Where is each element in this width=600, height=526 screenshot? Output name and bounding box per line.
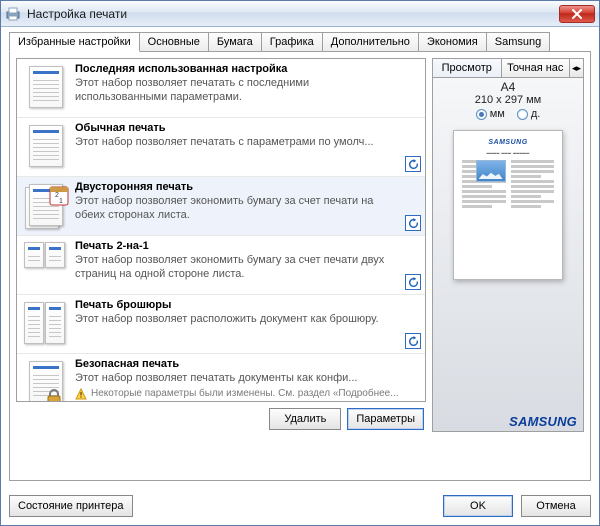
units-mm-radio[interactable]: мм (476, 108, 505, 120)
preset-description: Этот набор позволяет печатать с параметр… (75, 136, 403, 150)
preset-thumb-icon: 21 (23, 181, 67, 229)
page-preview: SAMSUNG ━━━━ ━━━ ━━━━━ (453, 130, 563, 280)
samsung-logo: SAMSUNG (433, 410, 583, 431)
radio-dot-icon (517, 109, 528, 120)
preset-description: Этот набор позволяет экономить бумагу за… (75, 254, 403, 282)
preset-item[interactable]: 21 Двусторонняя печать Этот набор позволяе… (17, 177, 425, 236)
close-button[interactable] (559, 5, 595, 23)
preset-thumb-icon (23, 122, 67, 170)
preview-brand: SAMSUNG (462, 139, 554, 146)
preview-column: Просмотр Точная нас ◂▸ A4 210 x 297 мм м… (432, 58, 584, 432)
tabstrip: Избранные настройкиОсновныеБумагаГрафика… (1, 27, 599, 51)
presets-list[interactable]: Последняя использованная настройка Этот н… (16, 58, 426, 402)
preset-item[interactable]: Печать 2-на-1 Этот набор позволяет эконом… (17, 236, 425, 295)
preset-item[interactable]: Безопасная печать Этот набор позволяет пе… (17, 354, 425, 402)
warning-icon (75, 388, 87, 400)
preset-name: Печать 2-на-1 (75, 240, 403, 252)
tab-1[interactable]: Основные (140, 32, 209, 52)
preview-image-icon (476, 160, 506, 182)
preset-name: Безопасная печать (75, 358, 403, 370)
preset-item[interactable]: Последняя использованная настройка Этот н… (17, 59, 425, 118)
reset-icon[interactable] (405, 274, 421, 290)
units-in-radio[interactable]: д. (517, 108, 540, 120)
preset-thumb-icon (23, 299, 67, 347)
preview-tab-exact[interactable]: Точная нас (502, 58, 571, 77)
preset-description: Этот набор позволяет печатать документы … (75, 372, 403, 386)
preset-description: Этот набор позволяет расположить докумен… (75, 313, 403, 327)
reset-icon[interactable] (405, 215, 421, 231)
window-title: Настройка печати (27, 7, 559, 21)
reset-icon[interactable] (405, 156, 421, 172)
printer-icon (5, 6, 21, 22)
paper-format: A4 (433, 80, 583, 94)
close-icon (571, 9, 583, 19)
preview-tab-scroll[interactable]: ◂▸ (570, 58, 584, 77)
preset-description: Этот набор позволяет экономить бумагу за… (75, 195, 403, 223)
tab-2[interactable]: Бумага (209, 32, 262, 52)
titlebar[interactable]: Настройка печати (1, 1, 599, 27)
tab-3[interactable]: Графика (262, 32, 323, 52)
reset-icon[interactable] (405, 333, 421, 349)
preview-tab-view[interactable]: Просмотр (432, 58, 502, 77)
preset-item[interactable]: Печать брошюры Этот набор позволяет распо… (17, 295, 425, 354)
preview-tabs: Просмотр Точная нас ◂▸ (432, 58, 584, 77)
presets-column: Последняя использованная настройка Этот н… (16, 58, 426, 432)
preset-thumb-icon (23, 240, 67, 288)
preset-thumb-icon (23, 63, 67, 111)
tab-5[interactable]: Экономия (419, 32, 487, 52)
delete-button[interactable]: Удалить (269, 408, 341, 430)
preset-name: Последняя использованная настройка (75, 63, 403, 75)
svg-text:1: 1 (59, 198, 63, 205)
preset-name: Двусторонняя печать (75, 181, 403, 193)
preset-name: Обычная печать (75, 122, 403, 134)
tab-4[interactable]: Дополнительно (323, 32, 419, 52)
cancel-button[interactable]: Отмена (521, 495, 591, 517)
paper-dimensions: 210 x 297 мм (433, 94, 583, 106)
printer-status-button[interactable]: Состояние принтера (9, 495, 133, 517)
dialog-footer: Состояние принтера OK Отмена (1, 489, 599, 525)
radio-dot-icon (476, 109, 487, 120)
tab-0[interactable]: Избранные настройки (9, 32, 140, 52)
parameters-button[interactable]: Параметры (347, 408, 424, 430)
preset-thumb-icon (23, 358, 67, 402)
preview-pane: A4 210 x 297 мм мм д. SAMSUNG ━━━━ ━━━ ━… (432, 77, 584, 432)
print-settings-window: Настройка печати Избранные настройкиОсно… (0, 0, 600, 526)
ok-button[interactable]: OK (443, 495, 513, 517)
preset-warning: Некоторые параметры были изменены. См. р… (75, 388, 403, 400)
tab-6[interactable]: Samsung (487, 32, 550, 52)
preset-name: Печать брошюры (75, 299, 403, 311)
preset-description: Этот набор позволяет печатать с последни… (75, 77, 403, 105)
tab-panel-favorites: Последняя использованная настройка Этот н… (9, 51, 591, 481)
preset-item[interactable]: Обычная печать Этот набор позволяет печат… (17, 118, 425, 177)
